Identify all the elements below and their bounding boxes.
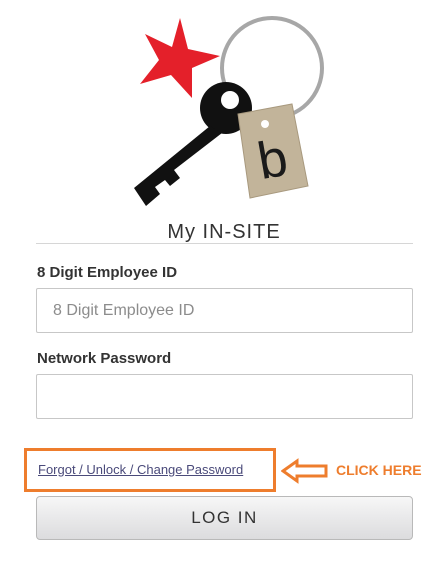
click-here-annotation: CLICK HERE [336, 462, 422, 478]
password-input[interactable] [36, 374, 413, 419]
employee-id-input[interactable] [36, 288, 413, 333]
login-button[interactable]: LOG IN [36, 496, 413, 540]
star-icon [140, 18, 220, 98]
arrow-left-icon [281, 458, 328, 484]
page-title: My IN-SITE [167, 221, 281, 243]
macys-insite-logo: b [134, 16, 324, 206]
key-icon [134, 82, 252, 206]
forgot-password-link[interactable]: Forgot / Unlock / Change Password [38, 462, 243, 477]
title-divider [36, 243, 413, 244]
employee-id-label: 8 Digit Employee ID [37, 264, 178, 281]
password-label: Network Password [37, 350, 172, 367]
login-page: b My IN-SITE 8 Digit Employee ID Network… [0, 0, 440, 562]
